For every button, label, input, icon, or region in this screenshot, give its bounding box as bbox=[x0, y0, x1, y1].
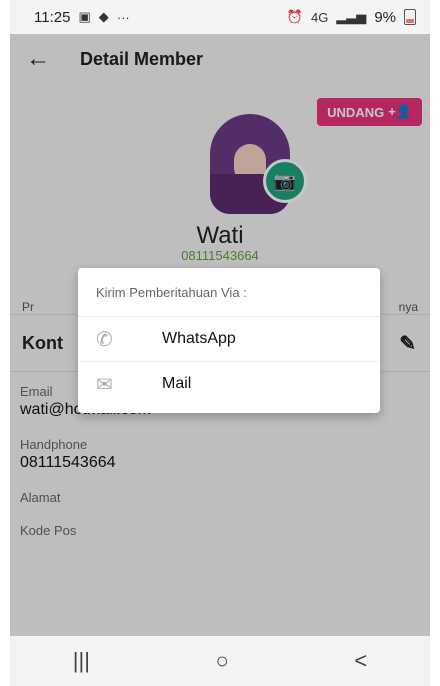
home-icon[interactable]: ○ bbox=[216, 648, 229, 674]
status-bar: 11:25 ▣ ◆ ··· ⏰ 4G ▂▃▅ 9% bbox=[10, 0, 430, 34]
dialog-item-label: WhatsApp bbox=[162, 330, 236, 347]
gallery-icon: ▣ bbox=[78, 9, 91, 24]
time: 11:25 bbox=[34, 8, 71, 26]
dialog-item-whatsapp[interactable]: ✆ WhatsApp bbox=[78, 317, 380, 362]
system-navbar: ||| ○ < bbox=[10, 636, 430, 686]
dialog-item-label: Mail bbox=[162, 375, 192, 392]
mail-icon: ✉ bbox=[96, 373, 113, 396]
phone-screen: 11:25 ▣ ◆ ··· ⏰ 4G ▂▃▅ 9% ← Detail Membe… bbox=[10, 0, 430, 686]
battery-percent: 9% bbox=[374, 8, 396, 26]
battery-icon bbox=[404, 9, 416, 25]
notification-icon: ◆ bbox=[98, 9, 109, 24]
alarm-icon: ⏰ bbox=[286, 9, 303, 24]
dialog-title: Kirim Pemberitahuan Via : bbox=[78, 268, 380, 317]
dialog-item-mail[interactable]: ✉ Mail bbox=[78, 362, 380, 406]
back-icon[interactable]: < bbox=[354, 648, 367, 674]
signal-text: 4G bbox=[310, 9, 329, 25]
whatsapp-icon: ✆ bbox=[96, 328, 113, 351]
status-right: ⏰ 4G ▂▃▅ 9% bbox=[287, 9, 416, 26]
notification-dialog: Kirim Pemberitahuan Via : ✆ WhatsApp ✉ M… bbox=[78, 268, 380, 413]
more-icon: ··· bbox=[116, 9, 130, 25]
status-left: 11:25 ▣ ◆ ··· bbox=[34, 9, 130, 26]
recent-apps-icon[interactable]: ||| bbox=[73, 648, 90, 674]
signal-bars-icon: ▂▃▅ bbox=[336, 9, 367, 24]
